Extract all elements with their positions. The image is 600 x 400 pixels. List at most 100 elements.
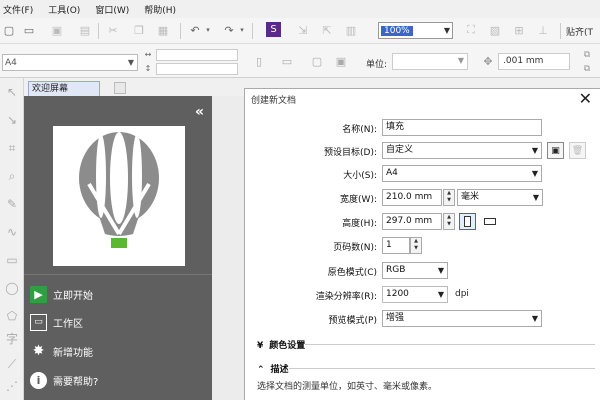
print-icon[interactable]: ▤ (78, 23, 92, 37)
export-icon[interactable]: ⇱ (320, 23, 334, 37)
width-label: 宽度(W): (340, 195, 377, 205)
width-icon: ↔ (144, 49, 152, 59)
portrait-orientation-icon[interactable] (459, 213, 476, 230)
resolution-value: 1200 (386, 289, 409, 299)
description-text: 选择文档的测量单位，如英寸、毫米或像素。 (257, 382, 438, 392)
unit-select[interactable]: 毫米 ▼ (457, 189, 543, 206)
grid-icon[interactable]: ⊞ (512, 23, 526, 37)
welcome-item-help[interactable]: i 需要帮助? (30, 370, 98, 390)
cut-icon[interactable]: ✂ (106, 23, 120, 37)
menu-file[interactable]: 文件(F) (3, 3, 33, 16)
nudge-distance-input[interactable]: .001 mm (498, 53, 570, 70)
app-launcher-icon[interactable]: S (266, 22, 281, 37)
chevron-down-icon: ▼ (457, 56, 464, 65)
close-icon[interactable]: ✕ (579, 89, 592, 108)
preview-select[interactable]: 增强 ▼ (382, 310, 542, 327)
preview-value: 增强 (386, 313, 405, 323)
width-row: 宽度(W): 210.0 mm ▲ ▼ 毫米 ▼ (245, 189, 600, 207)
color-settings-section[interactable]: ¥ 颜色设置 (257, 338, 305, 351)
color-mode-select[interactable]: RGB ▼ (382, 262, 448, 279)
standard-toolbar: ▢ ▭ ▣ ▤ ✂ ❐ ▦ ↶ ▾ ↷ ▾ S ⇲ ⇱ ▥ 100% ▼ ⛶ ▧… (0, 18, 600, 44)
welcome-item-workspace[interactable]: ▭ 工作区 (30, 312, 83, 332)
chevron-down-icon: ▼ (437, 266, 444, 275)
welcome-item-label: 新增功能 (53, 347, 93, 359)
text-tool-icon[interactable]: 字 (4, 330, 20, 346)
guidelines-icon[interactable]: ⊥ (536, 23, 550, 37)
copy-icon[interactable]: ❐ (132, 23, 146, 37)
shape-tool-icon[interactable]: ↘ (4, 112, 20, 128)
height-stepper[interactable]: ▲ ▼ (443, 213, 455, 230)
polygon-tool-icon[interactable]: ⬠ (4, 308, 20, 324)
canvas-area (212, 96, 244, 400)
menu-window[interactable]: 窗口(W) (95, 3, 129, 16)
preset-select[interactable]: 自定义 ▼ (382, 142, 542, 159)
preview-label: 预览模式(P) (328, 316, 377, 326)
new-document-icon[interactable]: ▢ (2, 23, 16, 37)
new-tab-icon[interactable] (114, 82, 126, 94)
color-mode-value: RGB (386, 265, 406, 275)
tab-welcome-screen[interactable]: 欢迎屏幕 (28, 81, 100, 96)
description-section[interactable]: ⌃ 描述 (257, 362, 289, 375)
menu-tools[interactable]: 工具(O) (48, 3, 80, 16)
collapse-panel-button[interactable]: « (195, 104, 204, 120)
portrait-icon[interactable]: ▯ (252, 53, 266, 69)
undo-dropdown-icon[interactable]: ▾ (204, 23, 212, 37)
rectangle-tool-icon[interactable]: ▭ (4, 252, 20, 268)
width-input[interactable]: 210.0 mm (382, 189, 442, 206)
welcome-item-whats-new[interactable]: ✸ 新增功能 (30, 341, 93, 361)
page-width-input[interactable] (156, 49, 238, 61)
resolution-select[interactable]: 1200 ▼ (382, 286, 448, 303)
app-logo (53, 126, 185, 266)
width-stepper[interactable]: ▲ ▼ (443, 189, 455, 206)
units-select[interactable]: ▼ (392, 53, 468, 70)
height-label: 高度(H): (342, 219, 377, 229)
pages-input[interactable]: 1 (382, 237, 410, 254)
height-input[interactable]: 297.0 mm (382, 213, 442, 230)
publish-icon[interactable]: ▥ (344, 23, 358, 37)
chevron-down-icon: ▼ (443, 26, 450, 35)
pick-tool-icon[interactable]: ↖ (4, 84, 20, 100)
freehand-tool-icon[interactable]: ✎ (4, 196, 20, 212)
duplicate-distance-x-icon: ⧉ (583, 50, 591, 60)
snap-to-menu[interactable]: 贴齐(T (566, 25, 593, 38)
size-label: 大小(S): (343, 171, 377, 181)
fullscreen-icon[interactable]: ⛶ (464, 23, 478, 37)
landscape-orientation-icon[interactable] (481, 213, 498, 230)
unit-value: 毫米 (461, 192, 480, 202)
color-mode-label: 原色模式(C) (327, 268, 377, 278)
redo-dropdown-icon[interactable]: ▾ (238, 23, 246, 37)
all-pages-icon[interactable]: ▢ (310, 53, 324, 69)
pages-label: 页码数(N): (333, 243, 377, 253)
current-page-icon[interactable]: ▣ (334, 53, 348, 69)
welcome-panel: « ▶ 立即开始 ▭ 工作区 ✸ 新增功能 i 需要帮助? (24, 96, 212, 400)
connector-tool-icon[interactable]: ⟋ (4, 356, 20, 372)
pages-stepper[interactable]: ▲ ▼ (410, 237, 422, 254)
zoom-tool-icon[interactable]: ⌕ (4, 168, 20, 184)
welcome-item-get-started[interactable]: ▶ 立即开始 (30, 284, 93, 304)
zoom-level-combo[interactable]: 100% ▼ (378, 22, 453, 39)
resolution-label: 渲染分辨率(R): (315, 292, 377, 302)
landscape-icon[interactable]: ▭ (278, 53, 296, 69)
redo-icon[interactable]: ↷ (222, 23, 236, 37)
paste-icon[interactable]: ▦ (156, 23, 170, 37)
open-folder-icon[interactable]: ▭ (22, 23, 36, 37)
name-input[interactable]: 填充 (382, 119, 542, 136)
crop-tool-icon[interactable]: ⌗ (4, 140, 20, 156)
menu-bar: 文件(F) 工具(O) 窗口(W) 帮助(H) (0, 0, 600, 18)
size-value: A4 (386, 168, 398, 178)
size-select[interactable]: A4 ▼ (382, 165, 542, 182)
delete-preset-icon[interactable]: 🗑 (569, 142, 586, 159)
name-row: 名称(N): 填充 (245, 119, 600, 137)
artistic-media-icon[interactable]: ∿ (4, 224, 20, 240)
menu-help[interactable]: 帮助(H) (144, 3, 176, 16)
paper-size-select[interactable]: A4 ▼ (2, 54, 138, 71)
blend-tool-icon[interactable]: ⋰ (4, 378, 20, 394)
preview-row: 预览模式(P) 增强 ▼ (245, 310, 600, 328)
save-icon[interactable]: ▣ (50, 23, 64, 37)
save-preset-icon[interactable]: ▣ (547, 142, 564, 159)
rulers-icon[interactable]: ▧ (488, 23, 502, 37)
page-height-input[interactable] (156, 63, 238, 75)
undo-icon[interactable]: ↶ (188, 23, 202, 37)
import-icon[interactable]: ⇲ (296, 23, 310, 37)
ellipse-tool-icon[interactable]: ◯ (4, 280, 20, 296)
